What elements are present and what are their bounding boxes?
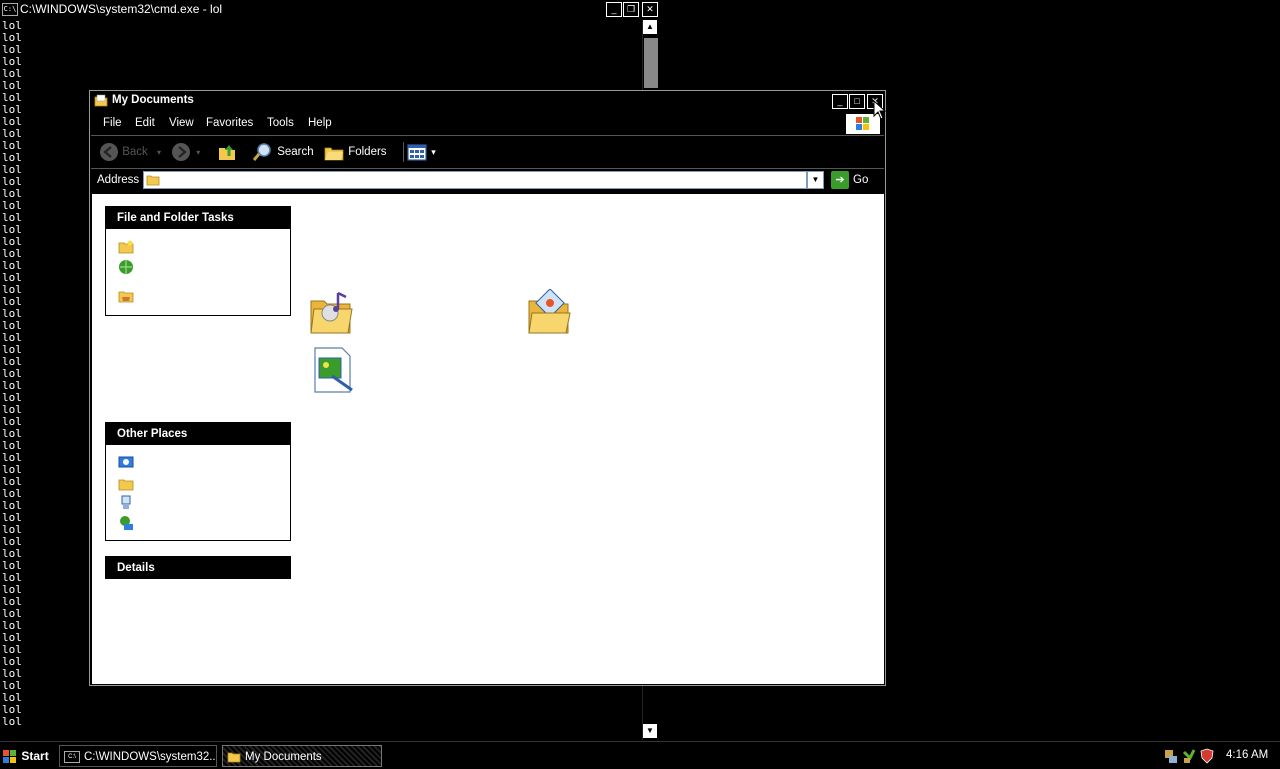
- up-folder-button[interactable]: [217, 142, 237, 162]
- image-file-icon[interactable]: [312, 346, 356, 394]
- cmd-minimize-button[interactable]: _: [606, 2, 622, 17]
- cmd-line: lol: [2, 691, 22, 704]
- views-icon: [407, 144, 427, 161]
- forward-dropdown-icon: ▾: [196, 148, 201, 158]
- scroll-up-button[interactable]: ▲: [643, 20, 657, 34]
- menu-help[interactable]: Help: [308, 117, 332, 129]
- start-label: Start: [21, 749, 49, 763]
- cmd-restore-button[interactable]: ❐: [623, 2, 639, 17]
- folders-button[interactable]: Folders: [323, 142, 387, 162]
- cmd-close-button[interactable]: ✕: [642, 2, 658, 17]
- tray-security-shield-icon[interactable]: [1200, 748, 1214, 764]
- menu-bar: File Edit View Favorites Tools Help: [91, 113, 884, 136]
- go-arrow-icon: ➔: [831, 171, 849, 189]
- folders-label: Folders: [348, 146, 387, 159]
- address-label: Address: [97, 174, 140, 186]
- back-label: Back: [122, 146, 148, 159]
- menu-tools[interactable]: Tools: [267, 117, 294, 129]
- cmd-line: lol: [2, 31, 22, 44]
- go-button[interactable]: ➔ Go: [831, 171, 868, 189]
- cmd-line: lol: [2, 67, 22, 80]
- tray-network-icon[interactable]: [1164, 748, 1178, 764]
- windows-flag-icon: [3, 749, 16, 763]
- file-folder-tasks-header[interactable]: File and Folder Tasks: [106, 207, 290, 229]
- cmd-taskbar-icon: C:\: [64, 750, 80, 763]
- address-bar: Address ▼ ➔ Go: [91, 169, 884, 193]
- views-button[interactable]: ▾: [403, 142, 436, 162]
- explorer-maximize-button[interactable]: □: [849, 94, 865, 109]
- mouse-cursor-icon: [873, 100, 887, 120]
- taskbar: Start C:\ C:\WINDOWS\system32... My Docum…: [0, 741, 1280, 769]
- address-input[interactable]: [143, 171, 807, 189]
- taskbar-item-my-documents[interactable]: My Documents: [222, 745, 382, 767]
- new-folder-icon[interactable]: [118, 239, 134, 255]
- details-panel: Details: [105, 556, 291, 579]
- shared-documents-icon[interactable]: [118, 476, 134, 492]
- my-pictures-folder-icon[interactable]: [526, 289, 572, 337]
- explorer-titlebar[interactable]: My Documents _ □ ✕: [90, 91, 885, 111]
- publish-web-icon[interactable]: [118, 259, 134, 275]
- taskbar-item-my-documents-label: My Documents: [245, 751, 322, 763]
- address-folder-icon: [146, 175, 160, 186]
- forward-arrow-icon: [172, 143, 190, 161]
- cmd-line: lol: [2, 715, 22, 728]
- other-places-header[interactable]: Other Places: [106, 423, 290, 445]
- cmd-line: lol: [2, 55, 22, 68]
- views-dropdown-icon: ▾: [431, 147, 436, 158]
- details-header[interactable]: Details: [106, 557, 290, 579]
- back-button[interactable]: Back ▾: [99, 142, 161, 162]
- explorer-window-title: My Documents: [112, 94, 194, 106]
- file-folder-tasks-panel: File and Folder Tasks: [105, 206, 291, 316]
- toolbar: Back ▾ ▾ Search Folders ▾: [91, 136, 884, 169]
- cmd-line: lol: [2, 703, 22, 716]
- clock: 4:16 AM: [1226, 749, 1269, 761]
- search-icon: [252, 143, 271, 161]
- menu-favorites[interactable]: Favorites: [206, 117, 253, 129]
- my-music-folder-icon[interactable]: [308, 289, 354, 337]
- folders-icon: [324, 147, 344, 161]
- scroll-thumb[interactable]: [644, 38, 658, 88]
- taskbar-item-cmd-label: C:\WINDOWS\system32...: [84, 751, 217, 763]
- share-folder-icon[interactable]: [118, 288, 134, 304]
- explorer-minimize-button[interactable]: _: [832, 94, 848, 109]
- address-dropdown-button[interactable]: ▼: [807, 171, 824, 189]
- cmd-line: lol: [2, 20, 22, 32]
- forward-button[interactable]: ▾: [171, 142, 200, 162]
- tray-update-icon[interactable]: [1182, 748, 1196, 764]
- menu-edit[interactable]: Edit: [135, 117, 155, 129]
- up-folder-icon: [219, 145, 235, 160]
- go-label: Go: [853, 174, 869, 187]
- cmd-window-title: C:\WINDOWS\system32\cmd.exe - lol: [20, 2, 223, 16]
- search-button[interactable]: Search: [252, 142, 314, 162]
- menu-file[interactable]: File: [103, 117, 122, 129]
- cmd-icon: C:\: [2, 3, 18, 16]
- network-places-icon[interactable]: [118, 515, 134, 531]
- folder-icon: [94, 94, 108, 107]
- my-documents-taskbar-icon: [227, 753, 241, 763]
- taskbar-item-cmd[interactable]: C:\ C:\WINDOWS\system32...: [59, 745, 217, 767]
- menu-view[interactable]: View: [169, 117, 194, 129]
- start-button[interactable]: Start: [2, 745, 49, 767]
- desktop-icon[interactable]: [118, 455, 134, 471]
- cmd-titlebar[interactable]: C:\ C:\WINDOWS\system32\cmd.exe - lol _ …: [0, 0, 662, 18]
- cmd-line: lol: [2, 43, 22, 56]
- my-computer-icon[interactable]: [118, 495, 134, 511]
- search-label: Search: [277, 146, 314, 159]
- other-places-panel: Other Places: [105, 422, 291, 541]
- explorer-window: My Documents _ □ ✕ File Edit View Favori…: [89, 90, 886, 686]
- back-dropdown-icon: ▾: [156, 148, 161, 158]
- system-tray: 4:16 AM: [1160, 745, 1278, 767]
- back-arrow-icon: [100, 143, 118, 161]
- folder-view: File and Folder Tasks Other Places Detai…: [92, 194, 884, 684]
- scroll-down-button[interactable]: ▼: [643, 724, 657, 738]
